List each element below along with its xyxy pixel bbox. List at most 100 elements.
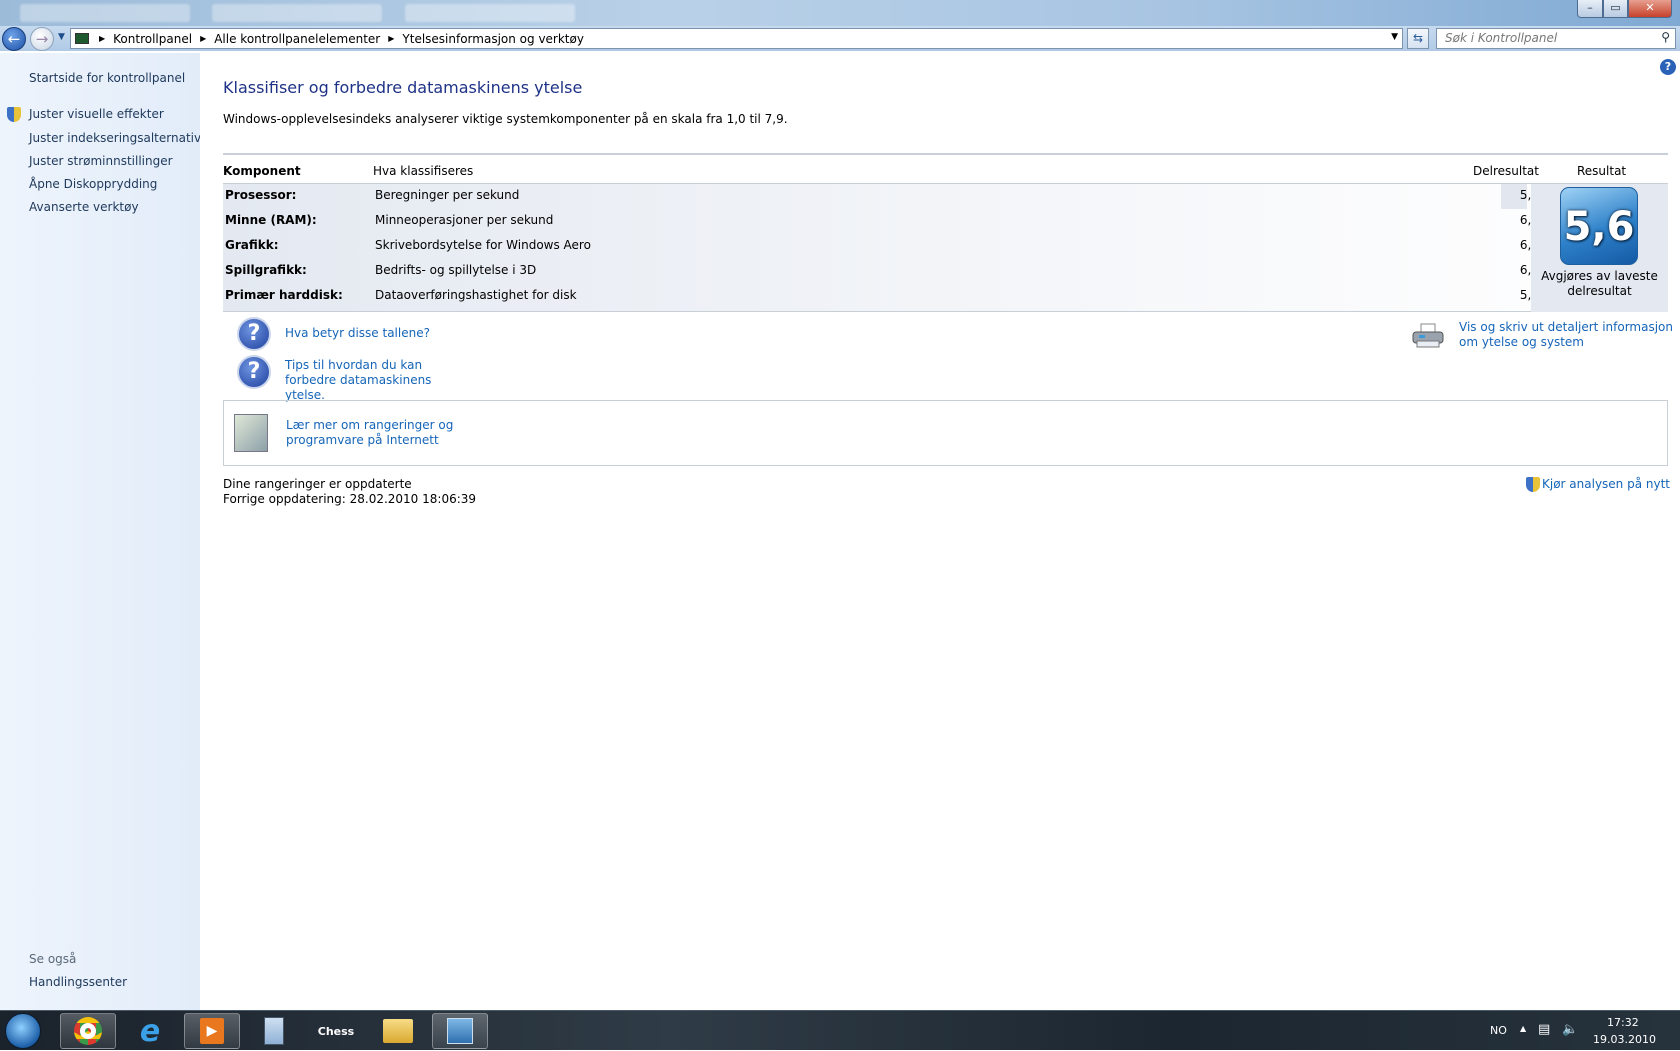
back-button[interactable]: ← <box>2 27 26 51</box>
status-area: Dine rangeringer er oppdaterte Forrige o… <box>223 477 476 507</box>
table-header: Komponent Hva klassifiseres Delresultat … <box>223 153 1668 184</box>
search-icon[interactable]: ⚲ <box>1661 30 1670 44</box>
table-row: Prosessor: Beregninger per sekund 5,6 <box>223 184 1539 209</box>
table-row: Grafikk: Skrivebordsytelse for Windows Ae… <box>223 234 1539 259</box>
breadcrumb-label: Alle kontrollpanelelementer <box>214 31 381 46</box>
search-input[interactable]: Søk i Kontrollpanel ⚲ <box>1436 28 1676 49</box>
component-description: Skrivebordsytelse for Windows Aero <box>375 238 591 252</box>
base-score-badge: 5,6 <box>1560 187 1638 265</box>
component-name: Primær harddisk: <box>225 288 343 302</box>
start-button[interactable] <box>5 1013 41 1049</box>
taskbar-media-player[interactable]: ▶ <box>184 1013 240 1049</box>
help-icon[interactable]: ? <box>1660 59 1676 75</box>
forward-button[interactable]: → <box>30 27 54 51</box>
rerun-analysis-link[interactable]: Kjør analysen på nytt <box>1542 477 1670 492</box>
help-question-icon: ? <box>237 355 271 389</box>
printer-icon <box>1412 323 1444 348</box>
control-panel-icon <box>75 33 89 44</box>
close-button[interactable]: ✕ <box>1628 0 1672 18</box>
header-what: Hva klassifiseres <box>373 164 474 178</box>
last-update-text: Forrige oppdatering: 28.02.2010 18:06:39 <box>223 492 477 506</box>
page-title: Klassifiser og forbedre datamaskinens yt… <box>223 78 583 97</box>
link-what-numbers-mean[interactable]: Hva betyr disse tallene? <box>285 326 430 341</box>
status-text: Dine rangeringer er oppdaterte <box>223 477 412 491</box>
language-indicator[interactable]: NO <box>1490 1024 1507 1037</box>
learn-more-box: Lær mer om rangeringer og programvare på… <box>223 400 1668 466</box>
component-name: Minne (RAM): <box>225 213 317 227</box>
internet-explorer-icon: e <box>139 1013 161 1049</box>
link-learn-more-online[interactable]: Lær mer om rangeringer og programvare på… <box>286 418 516 448</box>
sidebar-link-power[interactable]: Juster strøminnstillinger <box>29 154 173 168</box>
sidebar-link-action-center[interactable]: Handlingssenter <box>29 975 127 989</box>
minimize-button[interactable]: – <box>1577 0 1603 18</box>
link-print-details[interactable]: Vis og skriv ut detaljert informasjon om… <box>1459 320 1674 350</box>
component-description: Beregninger per sekund <box>375 188 520 202</box>
taskbar-control-panel[interactable] <box>432 1013 488 1049</box>
rerun-analysis-button[interactable]: Kjør analysen på nytt <box>1526 477 1670 492</box>
refresh-button[interactable]: ⇆ <box>1407 28 1429 49</box>
volume-icon[interactable]: 🔈 <box>1562 1022 1578 1037</box>
sidebar-link-visual-effects[interactable]: Juster visuelle effekter <box>29 107 164 121</box>
chevron-right-icon: ▶ <box>200 34 207 43</box>
table-row: Spillgrafikk: Bedrifts- og spillytelse i … <box>223 259 1539 284</box>
media-player-icon: ▶ <box>200 1018 224 1044</box>
chess-icon: Chess <box>317 1024 355 1038</box>
component-name: Spillgrafikk: <box>225 263 307 277</box>
base-score-panel: 5,6 Avgjøres av laveste delresultat <box>1531 184 1668 312</box>
blurred-window-tab <box>405 4 575 22</box>
uac-shield-icon <box>7 107 21 122</box>
table-row: Primær harddisk: Dataoverføringshastighet… <box>223 284 1539 309</box>
component-name: Grafikk: <box>225 238 279 252</box>
show-hidden-icons[interactable]: ▲ <box>1520 1024 1526 1033</box>
clock-date[interactable]: 19.03.2010 <box>1593 1033 1656 1046</box>
link-performance-tips[interactable]: Tips til hvordan du kan forbedre datamas… <box>285 358 475 403</box>
breadcrumb-label: Kontrollpanel <box>113 31 193 46</box>
chevron-right-icon: ▶ <box>388 34 395 43</box>
sidebar-link-indexing[interactable]: Juster indekseringsalternativer <box>29 131 213 145</box>
maximize-button[interactable]: ▭ <box>1603 0 1628 18</box>
help-question-icon: ? <box>237 317 271 351</box>
address-bar[interactable]: ▶ Kontrollpanel ▶ Alle kontrollpanelelemen… <box>70 28 1403 49</box>
breadcrumb-label: Ytelsesinformasjon og verktøy <box>402 31 584 46</box>
chrome-icon <box>74 1017 102 1045</box>
sidebar-link-home[interactable]: Startside for kontrollpanel <box>29 71 185 85</box>
address-dropdown-icon[interactable]: ▼ <box>1391 32 1398 42</box>
software-box-icon <box>234 414 268 452</box>
taskbar: e ▶ Chess NO ▲ ▤ 🔈 17:32 19.03.2010 <box>0 1010 1680 1050</box>
taskbar-chrome[interactable] <box>60 1013 116 1049</box>
component-name: Prosessor: <box>225 188 297 202</box>
chevron-right-icon: ▶ <box>99 34 106 43</box>
clock-time[interactable]: 17:32 <box>1607 1016 1639 1029</box>
sidebar-link-advanced-tools[interactable]: Avanserte verktøy <box>29 200 139 214</box>
search-placeholder: Søk i Kontrollpanel <box>1445 31 1558 45</box>
breadcrumb-performance[interactable]: ▶ Ytelsesinformasjon og verktøy <box>388 32 584 46</box>
header-component: Komponent <box>223 164 301 178</box>
sidebar-link-disk-cleanup[interactable]: Åpne Diskopprydding <box>29 177 157 191</box>
component-description: Minneoperasjoner per sekund <box>375 213 554 227</box>
sidebar: Startside for kontrollpanel Juster visue… <box>0 53 213 1010</box>
score-table: Komponent Hva klassifiseres Delresultat … <box>223 153 1668 312</box>
taskbar-calculator[interactable] <box>246 1013 302 1049</box>
blurred-window-tab <box>212 4 382 22</box>
network-icon[interactable]: ▤ <box>1538 1022 1550 1037</box>
main-content: ? Klassifiser og forbedre datamaskinens … <box>200 53 1680 1010</box>
see-also-heading: Se også <box>29 952 77 966</box>
component-description: Dataoverføringshastighet for disk <box>375 288 577 302</box>
folder-icon <box>383 1019 413 1043</box>
component-description: Bedrifts- og spillytelse i 3D <box>375 263 537 277</box>
title-bar: – ▭ ✕ <box>0 0 1680 27</box>
table-row: Minne (RAM): Minneoperasjoner per sekund 6… <box>223 209 1539 234</box>
taskbar-windows-explorer[interactable] <box>370 1013 426 1049</box>
taskbar-chess[interactable]: Chess <box>308 1013 364 1049</box>
taskbar-internet-explorer[interactable]: e <box>122 1013 178 1049</box>
header-score: Resultat <box>1577 164 1627 178</box>
breadcrumb-all-items[interactable]: ▶ Alle kontrollpanelelementer <box>200 32 380 46</box>
system-tray: NO ▲ ▤ 🔈 17:32 19.03.2010 <box>1480 1011 1680 1051</box>
table-body: Prosessor: Beregninger per sekund 5,6 Minn… <box>223 184 1668 312</box>
blurred-window-tab <box>20 4 190 22</box>
breadcrumb-kontrollpanel[interactable]: ▶ Kontrollpanel <box>99 32 192 46</box>
recent-pages-dropdown[interactable]: ▼ <box>58 32 65 42</box>
header-subscore: Delresultat <box>1473 164 1539 178</box>
calculator-icon <box>264 1017 284 1045</box>
performance-tools-icon <box>447 1018 473 1044</box>
